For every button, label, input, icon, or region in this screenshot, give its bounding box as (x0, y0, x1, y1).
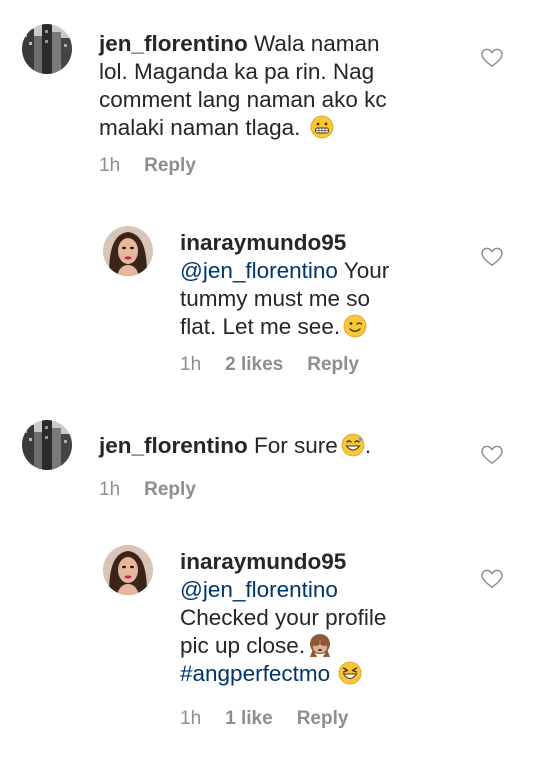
comment-3: jen_florentino For sure . 1h Reply (0, 400, 535, 520)
comment-meta: 1h Reply (99, 479, 220, 501)
comment-1: jen_florentino Wala naman lol. Maganda k… (0, 0, 535, 200)
mention-link[interactable]: @jen_florentino (180, 577, 338, 602)
likes-count[interactable]: 1 like (225, 708, 273, 729)
reply-button[interactable]: Reply (144, 155, 196, 176)
mention-link[interactable]: @jen_florentino (180, 258, 338, 283)
comment-meta: 1h 2 likes Reply (180, 354, 383, 376)
comment-body: jen_florentino Wala naman lol. Maganda k… (99, 30, 399, 142)
comment-time: 1h (99, 479, 121, 500)
see-no-evil-monkey-emoji (310, 634, 331, 657)
avatar[interactable] (103, 545, 153, 595)
avatar[interactable] (22, 24, 72, 74)
avatar-woman-portrait (103, 545, 153, 595)
comment-2: inaraymundo95 @jen_florentino Your tummy… (0, 200, 535, 400)
comment-text: For sure (254, 433, 338, 458)
comment-4: inaraymundo95 @jen_florentino Checked yo… (0, 520, 535, 761)
comment-time: 1h (99, 155, 121, 176)
avatar[interactable] (103, 226, 153, 276)
reply-button[interactable]: Reply (144, 479, 196, 500)
reply-button[interactable]: Reply (307, 354, 359, 375)
winking-face-emoji (343, 314, 367, 338)
comment-body: inaraymundo95 @jen_florentino Checked yo… (180, 548, 405, 688)
grimacing-face-emoji (310, 115, 334, 139)
reply-button[interactable]: Reply (297, 708, 349, 729)
comment-username[interactable]: jen_florentino (99, 31, 248, 56)
avatar[interactable] (22, 420, 72, 470)
avatar-city-photo (22, 24, 72, 74)
comment-meta: 1h 1 like Reply (180, 708, 372, 730)
comment-time: 1h (180, 708, 202, 729)
comment-body: jen_florentino For sure . (99, 432, 429, 460)
comment-username[interactable]: inaraymundo95 (180, 549, 346, 574)
avatar-woman-portrait (103, 226, 153, 276)
comment-username[interactable]: inaraymundo95 (180, 230, 346, 255)
grinning-face-with-sweat-emoji (341, 433, 365, 457)
comment-time: 1h (180, 354, 202, 375)
like-heart-icon[interactable] (481, 445, 503, 465)
like-heart-icon[interactable] (481, 48, 503, 68)
hashtag-link[interactable]: #angperfectmo (180, 661, 330, 686)
comment-body: inaraymundo95 @jen_florentino Your tummy… (180, 229, 405, 341)
comment-username[interactable]: jen_florentino (99, 433, 248, 458)
comment-text-end: . (364, 433, 372, 458)
like-heart-icon[interactable] (481, 247, 503, 267)
laughing-squinting-face-emoji (338, 661, 362, 685)
likes-count[interactable]: 2 likes (225, 354, 283, 375)
like-heart-icon[interactable] (481, 569, 503, 589)
comment-text: Checked your profile pic up close. (180, 605, 387, 658)
comment-meta: 1h Reply (99, 155, 220, 177)
avatar-city-photo (22, 420, 72, 470)
